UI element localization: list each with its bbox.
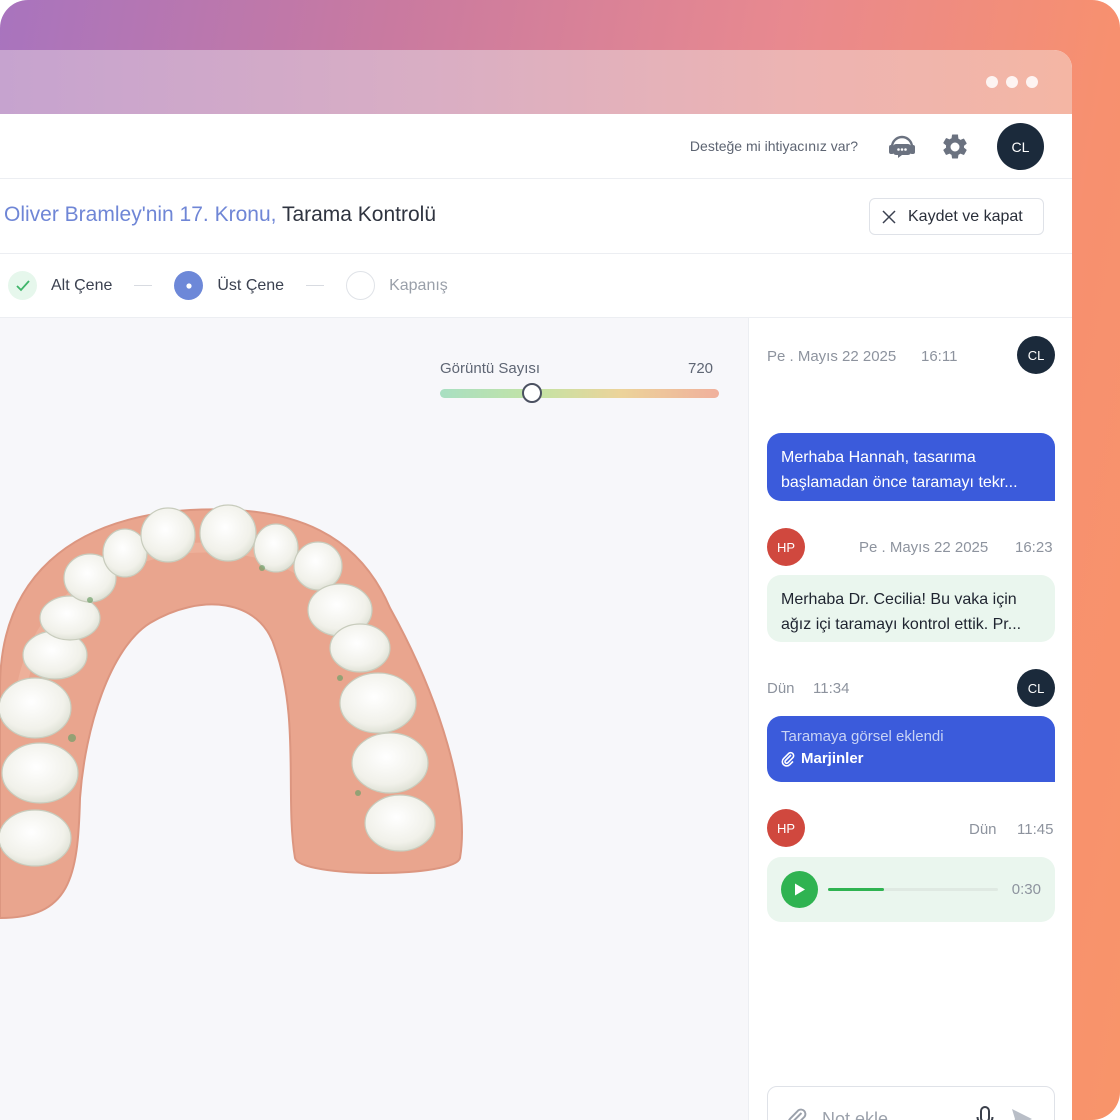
scan-viewer[interactable]: Görüntü Sayısı 720 xyxy=(0,318,748,1120)
save-and-close-button[interactable]: Kaydet ve kapat xyxy=(869,198,1044,235)
case-header: Oliver Bramley'nin 17. Kronu, Tarama Kon… xyxy=(0,179,1072,254)
page-title: Oliver Bramley'nin 17. Kronu, Tarama Kon… xyxy=(4,203,436,227)
chat-message[interactable]: Taramaya görsel eklendi Marjinler xyxy=(767,716,1055,782)
send-icon[interactable] xyxy=(1010,1107,1034,1120)
dot xyxy=(986,76,998,88)
step-label: Kapanış xyxy=(389,276,448,294)
image-count-value: 720 xyxy=(688,360,714,377)
image-count-label: Görüntü Sayısı xyxy=(440,360,541,377)
image-count-slider[interactable] xyxy=(440,389,719,398)
message-time: 11:34 xyxy=(813,680,850,697)
microphone-icon[interactable] xyxy=(975,1105,995,1120)
message-date: Pe . Mayıs 22 2025 xyxy=(859,539,989,556)
message-date: Dün xyxy=(767,680,795,697)
dental-arch-scan[interactable] xyxy=(0,498,480,958)
step-done-icon xyxy=(8,271,37,300)
message-text: Merhaba Dr. Cecilia! Bu vaka için ağız i… xyxy=(781,591,1022,633)
attachment-note: Taramaya görsel eklendi xyxy=(781,728,944,745)
close-icon xyxy=(882,209,896,224)
paperclip-icon xyxy=(781,751,795,767)
avatar: HP xyxy=(767,809,805,847)
message-time: 16:11 xyxy=(921,348,958,365)
patient-title[interactable]: Oliver Bramley'nin 17. Kronu, xyxy=(4,203,276,226)
user-avatar[interactable]: CL xyxy=(997,123,1044,170)
step-active-icon xyxy=(174,271,204,300)
message-date: Dün xyxy=(969,821,997,838)
step-separator xyxy=(306,285,325,286)
dot xyxy=(1006,76,1018,88)
message-time: 11:45 xyxy=(1017,821,1054,838)
voice-message[interactable]: 0:30 xyxy=(767,857,1055,922)
step-upper-jaw[interactable]: Üst Çene xyxy=(174,271,284,300)
step-label: Üst Çene xyxy=(217,276,285,294)
message-date: Pe . Mayıs 22 2025 xyxy=(767,348,897,365)
message-text: Merhaba Hannah, tasarıma başlamadan önce… xyxy=(781,449,1018,491)
chat-panel: Pe . Mayıs 22 2025 16:11 CL Merhaba Hann… xyxy=(748,318,1072,1120)
slider-thumb[interactable] xyxy=(522,383,543,403)
window-titlebar xyxy=(0,50,1072,114)
audio-progress-fill xyxy=(828,888,885,891)
window-menu-dots[interactable] xyxy=(986,76,1038,88)
attachment-link[interactable]: Marjinler xyxy=(781,748,1041,770)
avatar: CL xyxy=(1017,336,1055,374)
play-icon xyxy=(794,883,805,896)
play-button[interactable] xyxy=(781,871,818,908)
attachment-name: Marjinler xyxy=(801,750,864,767)
top-bar: Desteğe mi ihtiyacınız var? CL xyxy=(0,114,1072,179)
step-pending-icon xyxy=(346,271,376,300)
audio-progress-bar[interactable] xyxy=(828,888,998,891)
step-separator xyxy=(134,285,153,286)
chat-message[interactable]: Merhaba Dr. Cecilia! Bu vaka için ağız i… xyxy=(767,575,1055,642)
step-lower-jaw[interactable]: Alt Çene xyxy=(8,271,112,300)
step-label: Alt Çene xyxy=(51,276,113,294)
chat-message[interactable]: Merhaba Hannah, tasarıma başlamadan önce… xyxy=(767,433,1055,501)
audio-duration: 0:30 xyxy=(1011,881,1041,898)
avatar: HP xyxy=(767,528,805,566)
task-title: Tarama Kontrolü xyxy=(281,203,437,226)
message-time: 16:23 xyxy=(1015,539,1053,556)
attach-icon[interactable] xyxy=(786,1107,808,1120)
note-composer xyxy=(767,1086,1055,1120)
save-and-close-label: Kaydet ve kapat xyxy=(908,207,1023,225)
support-headset-icon[interactable] xyxy=(886,132,918,162)
gear-icon[interactable] xyxy=(940,132,970,162)
dot xyxy=(1026,76,1038,88)
help-link[interactable]: Desteğe mi ihtiyacınız var? xyxy=(690,138,858,154)
scan-stepper: Alt Çene Üst Çene Kapanış xyxy=(0,254,1072,318)
note-input[interactable] xyxy=(822,1105,972,1120)
app-window: Desteğe mi ihtiyacınız var? CL Oliver Br… xyxy=(0,50,1072,1120)
avatar: CL xyxy=(1017,669,1055,707)
step-occlusion[interactable]: Kapanış xyxy=(346,271,448,300)
